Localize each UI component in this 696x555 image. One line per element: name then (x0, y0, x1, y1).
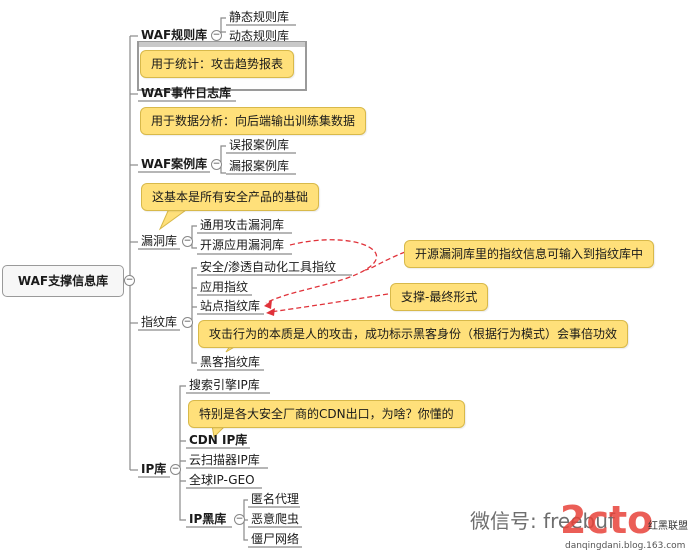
root-label: WAF支撑信息库 (17, 274, 109, 288)
collapse-toggle-vuln[interactable]: − (182, 236, 193, 247)
watermark-url: danqingdani.blog.163.com (565, 541, 686, 551)
branch-fingerprint[interactable]: 指纹库 (141, 314, 177, 330)
callout-attack-nature[interactable]: 攻击行为的本质是人的攻击，成功标示黑客身份（根据行为模式）会事倍功效 (198, 320, 629, 348)
callout-fingerprint-input[interactable]: 开源漏洞库里的指纹信息可输入到指纹库中 (404, 240, 655, 268)
root-node[interactable]: WAF支撑信息库 (2, 265, 124, 297)
branch-waf-events[interactable]: WAF事件日志库 (141, 85, 231, 101)
collapse-toggle-fingerprint[interactable]: − (182, 317, 193, 328)
callout-foundation[interactable]: 这基本是所有安全产品的基础 (141, 183, 320, 211)
node-false-negative-cases[interactable]: 漏报案例库 (229, 158, 289, 174)
callout-support[interactable]: 支撑-最终形式 (390, 283, 489, 311)
node-open-source-vuln[interactable]: 开源应用漏洞库 (200, 237, 284, 253)
collapse-toggle-waf-rules[interactable]: − (211, 30, 222, 41)
node-generic-vuln[interactable]: 通用攻击漏洞库 (200, 217, 284, 233)
collapse-toggle-root[interactable]: − (124, 275, 135, 286)
collapse-toggle-waf-cases[interactable]: − (211, 159, 222, 170)
node-search-engine-ip[interactable]: 搜索引擎IP库 (189, 377, 260, 393)
collapse-toggle-ip-blacklist[interactable]: − (234, 514, 245, 525)
node-malicious-crawler[interactable]: 恶意爬虫 (251, 511, 299, 527)
node-app-fingerprint[interactable]: 应用指纹 (200, 279, 248, 295)
node-false-positive-cases[interactable]: 误报案例库 (229, 137, 289, 153)
node-cloud-scanner-ip[interactable]: 云扫描器IP库 (189, 452, 260, 468)
node-hacker-fingerprint[interactable]: 黑客指纹库 (200, 354, 260, 370)
node-global-ip-geo[interactable]: 全球IP-GEO (189, 472, 255, 488)
node-anonymous-proxy[interactable]: 匿名代理 (251, 491, 299, 507)
branch-vuln[interactable]: 漏洞库 (141, 233, 177, 249)
dashed-link-callout-input (364, 251, 406, 271)
node-cdn-ip[interactable]: CDN IP库 (189, 432, 247, 448)
callout-analysis[interactable]: 用于数据分析：向后端输出训练集数据 (140, 107, 367, 135)
dashed-link-support (269, 293, 389, 313)
collapse-toggle-ip[interactable]: − (170, 464, 181, 475)
selection-frame-handle[interactable] (139, 42, 305, 47)
node-botnet[interactable]: 僵尸网络 (251, 531, 299, 547)
node-ip-blacklist[interactable]: IP黑库 (189, 511, 226, 527)
node-tool-fingerprint[interactable]: 安全/渗透自动化工具指纹 (200, 259, 336, 275)
callout-stats[interactable]: 用于统计：攻击趋势报表 (140, 50, 295, 78)
node-static-rules[interactable]: 静态规则库 (229, 9, 289, 25)
watermark-logo: 2cto (560, 498, 654, 542)
watermark-logo-small: 红黑联盟 (648, 521, 688, 532)
branch-ip[interactable]: IP库 (141, 461, 166, 477)
branch-waf-cases[interactable]: WAF案例库 (141, 156, 207, 172)
node-site-fingerprint[interactable]: 站点指纹库 (200, 298, 260, 314)
callout-cdn[interactable]: 特别是各大安全厂商的CDN出口，为啥？你懂的 (188, 400, 465, 428)
